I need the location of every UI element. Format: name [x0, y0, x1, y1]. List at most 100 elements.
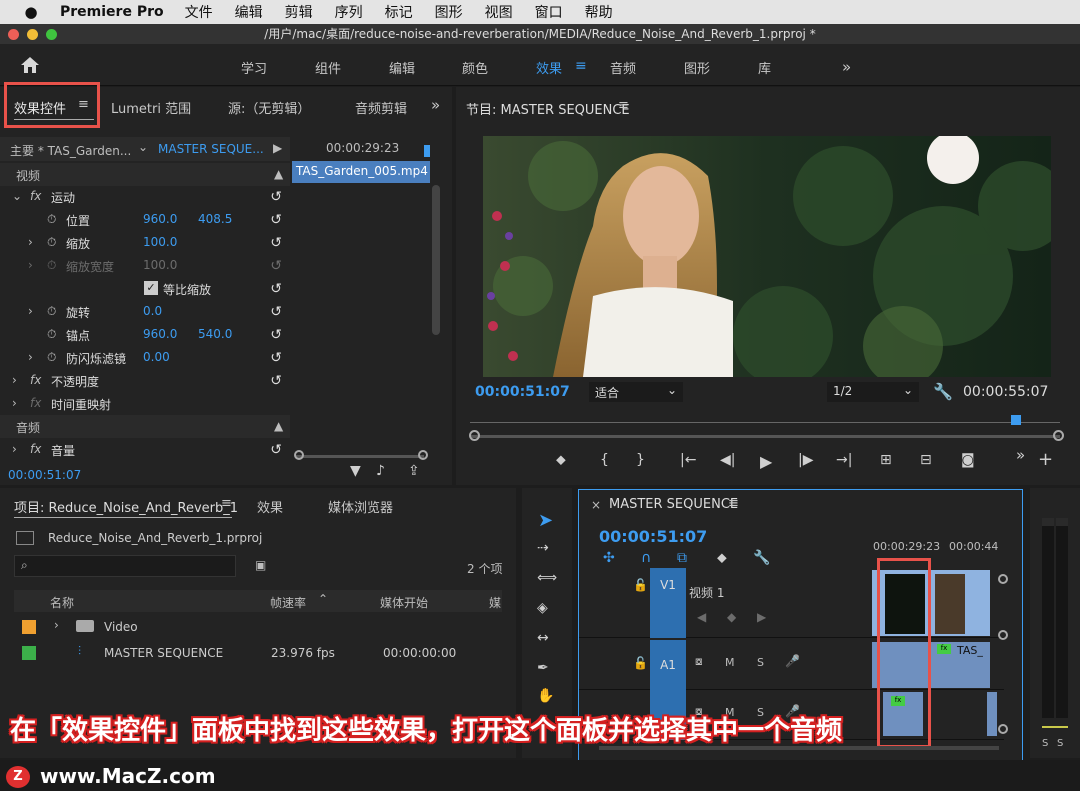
chevron-right-icon[interactable]: ›: [28, 350, 33, 364]
workspace-learn[interactable]: 学习: [241, 58, 267, 77]
reset-icon[interactable]: ↺: [270, 189, 282, 205]
filter-icon[interactable]: ▼: [350, 463, 361, 479]
mark-out-icon[interactable]: }: [636, 452, 645, 468]
chevron-right-icon[interactable]: ›: [12, 442, 17, 456]
scroll-handle[interactable]: [998, 724, 1008, 734]
add-marker-icon[interactable]: ⬥: [556, 452, 566, 468]
table-row[interactable]: › Video: [14, 614, 502, 640]
track-target-v1[interactable]: V1: [650, 568, 686, 638]
more-workspaces-icon[interactable]: »: [842, 58, 851, 76]
wrench-icon[interactable]: 🔧: [933, 382, 953, 401]
stopwatch-icon[interactable]: ⏱: [47, 235, 56, 250]
minimize-window-button[interactable]: [27, 29, 38, 40]
motion-row[interactable]: ⌄ fx 运动 ↺: [0, 185, 290, 208]
chevron-right-icon[interactable]: ›: [28, 235, 33, 249]
wrench-icon[interactable]: 🔧: [753, 550, 770, 566]
scroll-handle[interactable]: [998, 574, 1008, 584]
zoom-handle-right[interactable]: [418, 450, 428, 460]
solo-left-button[interactable]: S: [1042, 738, 1048, 749]
collapse-icon[interactable]: ▲: [274, 419, 283, 433]
label-color[interactable]: [22, 620, 36, 634]
tab-lumetri-scopes[interactable]: Lumetri 范围: [111, 98, 191, 117]
clip-bar[interactable]: TAS_Garden_005.mp4: [292, 161, 430, 183]
go-to-out-icon[interactable]: →|: [836, 452, 852, 468]
play-clip-icon[interactable]: ▶: [273, 141, 282, 155]
zoom-handle-right[interactable]: [1053, 430, 1064, 441]
extract-icon[interactable]: ⊟: [920, 452, 932, 468]
fx-icon[interactable]: fx: [30, 442, 41, 456]
search-input[interactable]: ⌕: [14, 555, 236, 577]
fit-dropdown[interactable]: 适合 ⌄: [589, 382, 683, 402]
app-menu[interactable]: Premiere Pro: [60, 4, 164, 20]
close-icon[interactable]: ×: [591, 498, 601, 512]
solo-right-button[interactable]: S: [1057, 738, 1063, 749]
playhead[interactable]: [424, 145, 430, 157]
workspace-libraries[interactable]: 库: [758, 58, 771, 77]
menu-markers[interactable]: 标记: [385, 2, 413, 22]
tab-project[interactable]: 项目: Reduce_Noise_And_Reverb_1: [14, 497, 238, 516]
lock-icon[interactable]: 🔓: [633, 656, 648, 670]
workspace-effects[interactable]: 效果: [536, 58, 562, 77]
stopwatch-icon[interactable]: ⏱: [47, 327, 56, 342]
column-fps[interactable]: 帧速率: [270, 594, 306, 611]
home-icon[interactable]: [20, 56, 40, 74]
step-back-icon[interactable]: ◀|: [720, 452, 735, 468]
panel-menu-icon[interactable]: ≡: [728, 496, 739, 511]
more-controls-icon[interactable]: »: [1016, 446, 1025, 464]
opacity-row[interactable]: › fx 不透明度 ↺: [0, 369, 290, 392]
column-more[interactable]: 媒: [489, 594, 501, 611]
menu-view[interactable]: 视图: [485, 2, 513, 22]
timeline-timecode[interactable]: 00:00:51:07: [599, 527, 707, 546]
menu-file[interactable]: 文件: [185, 2, 213, 22]
mute-button[interactable]: M: [725, 656, 735, 669]
reset-icon[interactable]: ↺: [270, 212, 282, 228]
stopwatch-icon[interactable]: ⏱: [47, 304, 56, 319]
video-frame[interactable]: [483, 136, 1051, 377]
selection-tool-icon[interactable]: ➤: [538, 510, 553, 531]
ripple-edit-tool-icon[interactable]: ⟺: [537, 570, 557, 586]
program-timecode[interactable]: 00:00:51:07: [475, 384, 570, 400]
chevron-right-icon[interactable]: ›: [54, 618, 59, 632]
more-tabs-icon[interactable]: »: [431, 96, 440, 114]
track-target-a1[interactable]: A1: [650, 640, 686, 690]
ec-current-timecode[interactable]: 00:00:51:07: [8, 468, 81, 482]
program-monitor-title[interactable]: 节目: MASTER SEQUENCE: [466, 99, 630, 118]
audio-loop-icon[interactable]: ♪: [376, 463, 385, 479]
linked-selection-icon[interactable]: ⧉: [677, 550, 687, 566]
razor-tool-icon[interactable]: ◈: [537, 600, 548, 616]
pen-tool-icon[interactable]: ✒: [537, 660, 549, 676]
rotation-value[interactable]: 0.0: [143, 304, 162, 318]
table-row[interactable]: ⫶ MASTER SEQUENCE 23.976 fps 00:00:00:00: [14, 640, 502, 666]
sequence-clip-label[interactable]: MASTER SEQUE...: [158, 142, 264, 156]
microphone-icon[interactable]: 🎤: [785, 654, 800, 668]
time-ruler[interactable]: [470, 422, 1060, 423]
column-name[interactable]: 名称: [50, 594, 74, 611]
sort-ascending-icon[interactable]: ⌃: [318, 592, 328, 606]
go-to-in-icon[interactable]: |←: [680, 452, 696, 468]
anchor-x[interactable]: 960.0: [143, 327, 177, 341]
workspace-assembly[interactable]: 组件: [315, 58, 341, 77]
mark-in-icon[interactable]: {: [600, 452, 609, 468]
stopwatch-icon[interactable]: ⏱: [47, 350, 56, 365]
solo-button[interactable]: S: [757, 656, 764, 669]
position-y[interactable]: 408.5: [198, 212, 232, 226]
stopwatch-icon[interactable]: ⏱: [47, 212, 56, 227]
tab-source[interactable]: 源:（无剪辑）: [228, 98, 310, 117]
playhead[interactable]: [1011, 415, 1021, 425]
workspace-graphics[interactable]: 图形: [684, 58, 710, 77]
time-remap-row[interactable]: › fx 时间重映射: [0, 392, 290, 415]
camera-icon[interactable]: ◙: [961, 452, 975, 468]
step-forward-icon[interactable]: |▶: [798, 452, 813, 468]
tab-media-browser[interactable]: 媒体浏览器: [328, 497, 393, 516]
workspace-audio[interactable]: 音频: [610, 58, 636, 77]
reset-icon[interactable]: ↺: [270, 442, 282, 458]
hand-tool-icon[interactable]: ✋: [537, 688, 554, 704]
flicker-value[interactable]: 0.00: [143, 350, 170, 364]
panel-menu-icon[interactable]: ≡: [618, 98, 629, 113]
chevron-right-icon[interactable]: ›: [28, 304, 33, 318]
timeline-title[interactable]: MASTER SEQUENCE: [609, 497, 738, 512]
collapse-icon[interactable]: ▲: [274, 167, 283, 181]
reset-icon[interactable]: ↺: [270, 373, 282, 389]
play-icon[interactable]: ▶: [760, 452, 772, 471]
reset-icon[interactable]: ↺: [270, 281, 282, 297]
